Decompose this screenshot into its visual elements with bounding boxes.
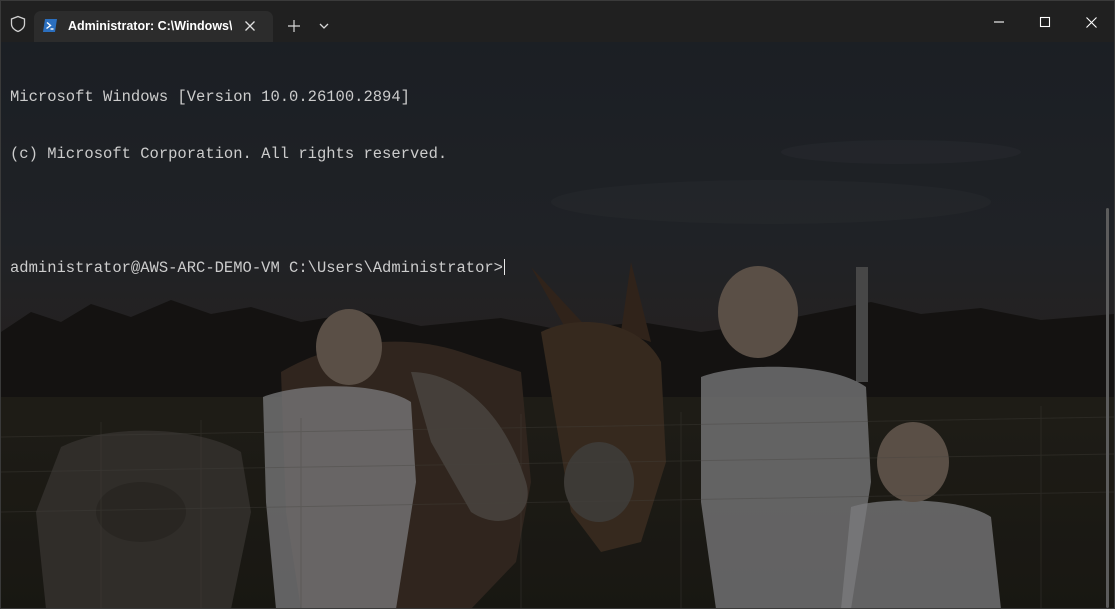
terminal-output[interactable]: Microsoft Windows [Version 10.0.26100.28…	[10, 50, 505, 316]
plus-icon[interactable]	[283, 15, 305, 37]
text-cursor	[503, 259, 505, 275]
powershell-icon	[43, 19, 57, 32]
terminal-line-copyright: (c) Microsoft Corporation. All rights re…	[10, 145, 448, 163]
minimize-icon[interactable]	[976, 7, 1022, 37]
terminal-line-version: Microsoft Windows [Version 10.0.26100.28…	[10, 88, 410, 106]
tab-title: Administrator: C:\Windows\system32\cmd.e…	[68, 19, 232, 33]
tab-administrator-cmd[interactable]: Administrator: C:\Windows\system32\cmd.e…	[34, 11, 273, 42]
window-close-icon[interactable]	[1068, 7, 1114, 37]
terminal-pane[interactable]: Microsoft Windows [Version 10.0.26100.28…	[1, 42, 1114, 608]
command-prompt: administrator@AWS-ARC-DEMO-VM C:\Users\A…	[10, 259, 503, 277]
shield-icon	[10, 15, 26, 33]
terminal-prompt-line[interactable]: administrator@AWS-ARC-DEMO-VM C:\Users\A…	[10, 259, 505, 278]
terminal-window: Administrator: C:\Windows\system32\cmd.e…	[0, 0, 1115, 609]
close-icon[interactable]	[242, 18, 258, 34]
title-bar[interactable]: Administrator: C:\Windows\system32\cmd.e…	[1, 1, 1114, 42]
maximize-icon[interactable]	[1022, 7, 1068, 37]
chevron-down-icon[interactable]	[314, 15, 334, 37]
vertical-scrollbar[interactable]	[1106, 208, 1109, 608]
